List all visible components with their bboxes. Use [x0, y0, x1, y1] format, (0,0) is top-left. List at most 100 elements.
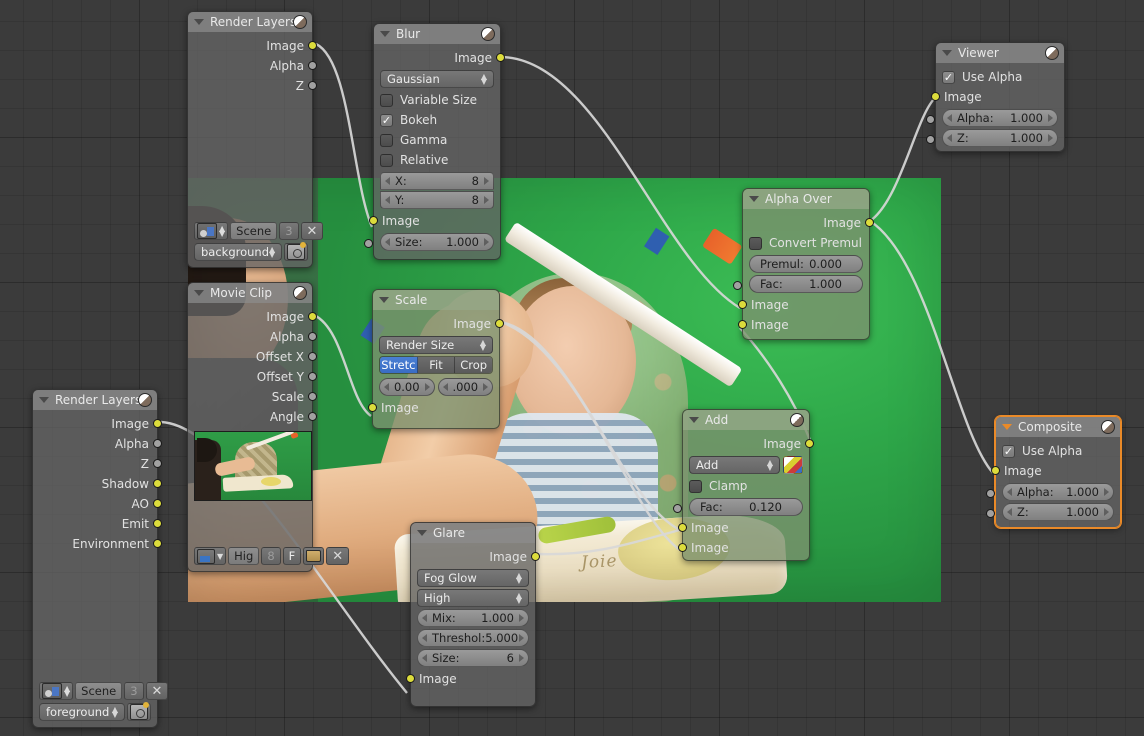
socket-output-image[interactable] — [308, 312, 317, 321]
checkbox-bokeh[interactable]: ✓ Bokeh — [380, 110, 494, 130]
scale-fit-mode-segmented[interactable]: Stretc Fit Crop — [379, 356, 493, 374]
socket-input-alpha[interactable] — [926, 115, 935, 124]
collapse-triangle-icon[interactable] — [39, 397, 49, 403]
socket-output-ao[interactable] — [153, 499, 162, 508]
socket-row-emit[interactable]: Emit — [39, 514, 162, 534]
checkbox-box[interactable] — [380, 133, 393, 147]
collapse-triangle-icon[interactable] — [194, 290, 204, 296]
socket-input-image-1[interactable] — [738, 300, 747, 309]
render-layer-dropdown[interactable]: background ▲ ▼ — [194, 243, 283, 261]
scene-datablock-icon[interactable]: ▲ ▼ — [39, 682, 74, 700]
socket-row-offset-y[interactable]: Offset Y — [194, 367, 317, 387]
socket-row-image-out[interactable]: Image — [380, 48, 505, 68]
checkbox-box[interactable] — [689, 479, 702, 493]
socket-row-image-in[interactable]: Image — [931, 87, 1058, 107]
node-render-layers-background[interactable]: Render Layers Image Alpha Z ▲ ▼ Scene 3 ✕… — [187, 11, 324, 268]
node-alpha-over[interactable]: Alpha Over Image Convert Premul Premul: … — [733, 188, 874, 340]
socket-input-fac[interactable] — [733, 281, 742, 290]
node-header[interactable]: Movie Clip — [188, 283, 312, 303]
socket-row-alpha[interactable]: Alpha — [194, 56, 317, 76]
socket-input-z[interactable] — [986, 509, 995, 518]
socket-output-image[interactable] — [531, 552, 540, 561]
node-header[interactable]: Viewer — [936, 43, 1064, 63]
socket-output-image[interactable] — [496, 53, 505, 62]
blur-y-field[interactable]: Y: 8 — [380, 191, 494, 209]
socket-row-image-in-1[interactable]: Image — [678, 518, 803, 538]
checkbox-gamma[interactable]: Gamma — [380, 130, 494, 150]
clip-open-button[interactable] — [303, 547, 325, 565]
collapse-triangle-icon[interactable] — [942, 50, 952, 56]
socket-output-offset-x[interactable] — [308, 352, 317, 361]
socket-input-fac[interactable] — [673, 504, 682, 513]
alpha-over-fac-field[interactable]: Fac: 1.000 — [733, 275, 863, 293]
socket-row-z[interactable]: Z — [194, 76, 317, 96]
checkbox-box[interactable] — [749, 236, 762, 250]
node-header[interactable]: Blur — [374, 24, 500, 44]
render-layer-dropdown[interactable]: foreground ▲ ▼ — [39, 703, 125, 721]
collapse-triangle-icon[interactable] — [380, 31, 390, 37]
socket-input-image-1[interactable] — [678, 523, 687, 532]
node-glare[interactable]: Glare Image Fog Glow ▲ ▼ High ▲ ▼ Mix: 1.0… — [406, 522, 540, 707]
socket-row-image-in[interactable]: Image — [991, 461, 1114, 481]
socket-row-image-out[interactable]: Image — [417, 547, 540, 567]
socket-output-scale[interactable] — [308, 392, 317, 401]
socket-row-offset-x[interactable]: Offset X — [194, 347, 317, 367]
glare-type-dropdown[interactable]: Fog Glow ▲ ▼ — [417, 569, 529, 587]
socket-row-image-in-2[interactable]: Image — [738, 315, 863, 335]
node-composite[interactable]: Composite ✓ Use Alpha Image Alpha: 1.000… — [986, 416, 1121, 528]
add-fac-field[interactable]: Fac: 0.120 — [673, 498, 803, 516]
node-blur[interactable]: Blur Image Gaussian ▲ ▼ Variable Size ✓ B… — [364, 23, 505, 260]
socket-row-alpha[interactable]: Alpha — [39, 434, 162, 454]
checkbox-variable-size[interactable]: Variable Size — [380, 90, 494, 110]
collapse-triangle-icon[interactable] — [1002, 424, 1012, 430]
node-header[interactable]: Render Layers — [33, 390, 157, 410]
scene-selector-row[interactable]: ▲ ▼ Scene 3 ✕ — [39, 682, 169, 700]
socket-input-image[interactable] — [931, 92, 940, 101]
socket-output-image[interactable] — [308, 41, 317, 50]
socket-row-z[interactable]: Z — [39, 454, 162, 474]
socket-row-shadow[interactable]: Shadow — [39, 474, 162, 494]
socket-output-image[interactable] — [495, 319, 504, 328]
socket-input-image-2[interactable] — [678, 543, 687, 552]
clip-name-field[interactable]: Hig — [228, 547, 260, 565]
color-ramp-toggle-icon[interactable] — [783, 456, 803, 474]
socket-row-environment[interactable]: Environment — [39, 534, 162, 554]
socket-output-image[interactable] — [153, 419, 162, 428]
glare-mix-field[interactable]: Mix: 1.000 — [417, 609, 529, 627]
checkbox-box[interactable] — [380, 153, 393, 167]
checkbox-box[interactable] — [380, 93, 393, 107]
socket-output-emit[interactable] — [153, 519, 162, 528]
socket-input-size[interactable] — [364, 239, 373, 248]
node-header[interactable]: Scale — [373, 290, 499, 310]
scene-name-field[interactable]: Scene — [75, 682, 123, 700]
node-header[interactable]: Alpha Over — [743, 189, 869, 209]
viewer-alpha-field[interactable]: Alpha: 1.000 — [926, 109, 1058, 127]
blur-x-field[interactable]: X: 8 — [380, 172, 494, 190]
scene-unlink-button[interactable]: ✕ — [145, 682, 169, 700]
glare-size-field[interactable]: Size: 6 — [417, 649, 529, 667]
socket-row-image-out[interactable]: Image — [749, 213, 874, 233]
clip-datablock-icon[interactable]: ▼ — [194, 547, 227, 565]
socket-output-alpha[interactable] — [153, 439, 162, 448]
socket-input-alpha[interactable] — [986, 489, 995, 498]
socket-input-image[interactable] — [369, 216, 378, 225]
socket-output-offset-y[interactable] — [308, 372, 317, 381]
socket-output-alpha[interactable] — [308, 61, 317, 70]
layer-selector-row[interactable]: foreground ▲ ▼ — [39, 702, 151, 721]
clip-unlink-button[interactable]: ✕ — [326, 547, 350, 565]
socket-output-z[interactable] — [308, 81, 317, 90]
socket-row-image-in[interactable]: Image — [368, 398, 493, 418]
socket-output-image[interactable] — [865, 218, 874, 227]
checkbox-relative[interactable]: Relative — [380, 150, 494, 170]
composite-alpha-field[interactable]: Alpha: 1.000 — [986, 483, 1114, 501]
node-header[interactable]: Add — [683, 410, 809, 430]
node-header[interactable]: Glare — [411, 523, 535, 543]
node-header[interactable]: Render Layers — [188, 12, 312, 32]
node-add-mix[interactable]: Add Image Add ▲▼ Clamp Fac: 0.120 Image — [673, 409, 814, 561]
node-viewer[interactable]: Viewer ✓ Use Alpha Image Alpha: 1.000 Z:… — [926, 42, 1065, 152]
movie-clip-datablock-row[interactable]: ▼ Hig 8 F ✕ — [194, 547, 350, 565]
scale-offset-x-field[interactable]: 0.00 — [379, 378, 435, 396]
blur-size-field[interactable]: Size: 1.000 — [364, 233, 494, 251]
checkbox-use-alpha[interactable]: ✓ Use Alpha — [1002, 441, 1114, 461]
checkbox-box[interactable]: ✓ — [942, 70, 955, 84]
